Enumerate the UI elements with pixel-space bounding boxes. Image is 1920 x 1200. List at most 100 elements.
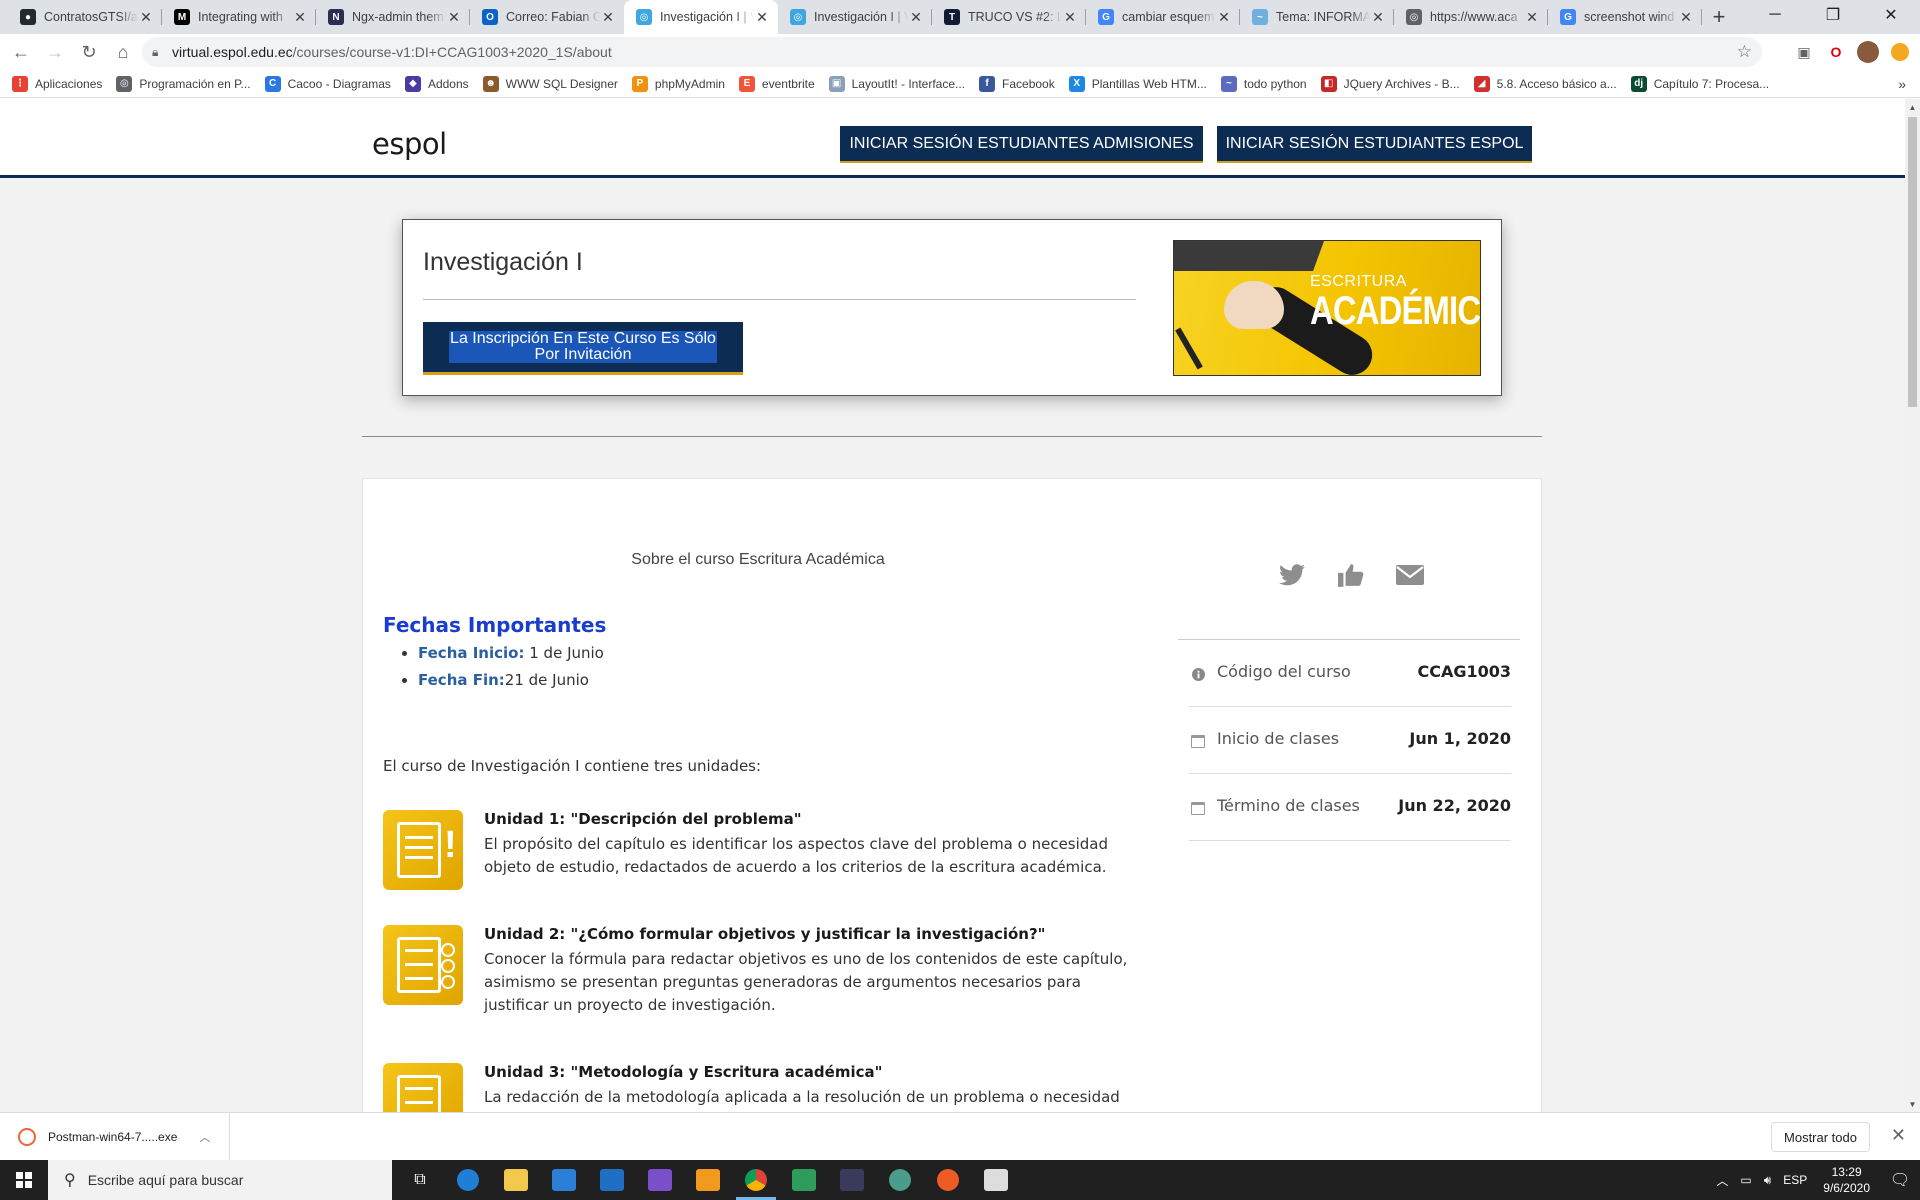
bookmark-star-icon[interactable]: ☆ bbox=[1737, 42, 1752, 62]
classes-start-value: Jun 1, 2020 bbox=[1409, 729, 1511, 748]
bookmark-item[interactable]: ◆ Addons bbox=[404, 75, 469, 92]
bookmark-item[interactable]: dj Capítulo 7: Procesa... bbox=[1630, 75, 1769, 92]
bookmarks-more-button[interactable]: » bbox=[1898, 76, 1906, 92]
browser-tab[interactable]: ~ Tema: INFORMA ✕ bbox=[1240, 0, 1394, 34]
spreadsheet-icon[interactable] bbox=[972, 1160, 1020, 1200]
browser-tab[interactable]: ◎ Investigación I | V ✕ bbox=[778, 0, 932, 34]
download-item[interactable]: Postman-win64-7.....exe ︿ bbox=[0, 1112, 230, 1161]
file-explorer-icon[interactable] bbox=[492, 1160, 540, 1200]
bookmark-label: Aplicaciones bbox=[35, 76, 103, 91]
tray-chevron-icon[interactable]: ︿ bbox=[1710, 1172, 1734, 1189]
close-tab-icon[interactable]: ✕ bbox=[1678, 9, 1694, 25]
bookmark-item[interactable]: ◢ 5.8. Acceso básico a... bbox=[1473, 75, 1617, 92]
login-admissions-button[interactable]: INICIAR SESIÓN ESTUDIANTES ADMISIONES bbox=[840, 126, 1203, 163]
media-player-icon[interactable] bbox=[780, 1160, 828, 1200]
close-tab-icon[interactable]: ✕ bbox=[1524, 9, 1540, 25]
browser-tab[interactable]: Gscreenshot wind ✕ bbox=[1548, 0, 1702, 34]
cast-icon[interactable]: ▣ bbox=[1792, 40, 1816, 64]
back-button[interactable]: ← bbox=[4, 35, 38, 69]
download-shelf: Postman-win64-7.....exe ︿ Mostrar todo ✕ bbox=[0, 1112, 1920, 1161]
store-icon[interactable] bbox=[540, 1160, 588, 1200]
language-indicator[interactable]: ESP bbox=[1777, 1173, 1813, 1187]
new-tab-button[interactable]: + bbox=[1702, 0, 1736, 34]
avatar[interactable] bbox=[1856, 40, 1880, 64]
reload-button[interactable]: ↻ bbox=[72, 35, 106, 69]
browser-tab[interactable]: Gcambiar esquem ✕ bbox=[1086, 0, 1240, 34]
course-image: ESCRITURA ACADÉMICA bbox=[1173, 240, 1481, 376]
close-shelf-icon[interactable]: ✕ bbox=[1891, 1125, 1906, 1146]
enroll-invitation-button[interactable]: La Inscripción En Este Curso Es Sólo Por… bbox=[423, 322, 743, 375]
close-tab-icon[interactable]: ✕ bbox=[292, 9, 308, 25]
edge-icon[interactable] bbox=[444, 1160, 492, 1200]
terminal-icon[interactable] bbox=[828, 1160, 876, 1200]
close-tab-icon[interactable]: ✕ bbox=[1370, 9, 1386, 25]
bookmark-icon: ◢ bbox=[1473, 75, 1490, 92]
bookmark-item[interactable]: X Plantillas Web HTM... bbox=[1068, 75, 1207, 92]
opera-extension-icon[interactable]: O bbox=[1824, 40, 1848, 64]
browser-tab[interactable]: ◎ https://www.aca ✕ bbox=[1394, 0, 1548, 34]
bookmark-item[interactable]: C Cacoo - Diagramas bbox=[264, 75, 391, 92]
maps-icon[interactable] bbox=[876, 1160, 924, 1200]
minimize-button[interactable]: ─ bbox=[1746, 0, 1804, 30]
chrome-icon[interactable] bbox=[732, 1160, 780, 1200]
bookmark-icon: X bbox=[1068, 75, 1085, 92]
bookmark-item[interactable]: ~ todo python bbox=[1220, 75, 1307, 92]
bookmark-label: Facebook bbox=[1002, 76, 1055, 91]
sublime-text-icon[interactable] bbox=[684, 1160, 732, 1200]
forward-button[interactable]: → bbox=[38, 35, 72, 69]
close-window-button[interactable]: ✕ bbox=[1862, 0, 1920, 30]
close-tab-icon[interactable]: ✕ bbox=[1062, 9, 1078, 25]
chevron-up-icon[interactable]: ︿ bbox=[199, 1129, 210, 1145]
browser-tab[interactable]: N Ngx-admin them ✕ bbox=[316, 0, 470, 34]
bookmark-label: eventbrite bbox=[761, 76, 815, 91]
extension-icon[interactable] bbox=[1888, 40, 1912, 64]
scroll-down-icon[interactable]: ▼ bbox=[1905, 1096, 1920, 1112]
task-view-icon[interactable]: ⧉ bbox=[396, 1160, 444, 1200]
start-button[interactable] bbox=[0, 1160, 48, 1200]
bookmark-icon: ☻ bbox=[482, 75, 499, 92]
close-tab-icon[interactable]: ✕ bbox=[754, 9, 770, 25]
mail-icon[interactable] bbox=[588, 1160, 636, 1200]
like-icon[interactable] bbox=[1335, 559, 1367, 591]
bookmark-item[interactable]: ☻ WWW SQL Designer bbox=[482, 75, 618, 92]
address-bar[interactable]: 🔒︎ virtual.espol.edu.ec/courses/course-v… bbox=[142, 37, 1762, 67]
close-tab-icon[interactable]: ✕ bbox=[1216, 9, 1232, 25]
restore-button[interactable]: ❐ bbox=[1804, 0, 1862, 30]
browser-tab[interactable]: M Integrating with ✕ bbox=[162, 0, 316, 34]
bookmark-item[interactable]: ◧ JQuery Archives - B... bbox=[1320, 75, 1460, 92]
share-links bbox=[1276, 559, 1426, 591]
home-button[interactable]: ⌂ bbox=[106, 35, 140, 69]
notifications-icon[interactable]: 🗨︎ bbox=[1880, 1170, 1920, 1190]
page-scrollbar[interactable]: ▲ ▼ bbox=[1905, 99, 1920, 1112]
tab-title: Investigación I | V bbox=[660, 10, 754, 24]
browser-tab[interactable]: T TRUCO VS #2: La ✕ bbox=[932, 0, 1086, 34]
close-tab-icon[interactable]: ✕ bbox=[138, 9, 154, 25]
scroll-up-icon[interactable]: ▲ bbox=[1905, 99, 1920, 115]
network-icon[interactable]: ▭ bbox=[1734, 1173, 1757, 1187]
browser-tab[interactable]: O Correo: Fabian G ✕ bbox=[470, 0, 624, 34]
browser-tab[interactable]: ● ContratosGTSI/ap ✕ bbox=[8, 0, 162, 34]
close-tab-icon[interactable]: ✕ bbox=[600, 9, 616, 25]
visual-studio-icon[interactable] bbox=[636, 1160, 684, 1200]
bookmark-item[interactable]: PphpMyAdmin bbox=[631, 75, 725, 92]
bookmark-item[interactable]: ◎ Programación en P... bbox=[116, 75, 251, 92]
bookmark-item[interactable]: f Facebook bbox=[979, 75, 1055, 92]
close-tab-icon[interactable]: ✕ bbox=[908, 9, 924, 25]
espol-logo[interactable]: espol bbox=[372, 127, 447, 161]
bookmark-item[interactable]: ⋮ Aplicaciones bbox=[12, 75, 103, 92]
scrollbar-thumb[interactable] bbox=[1908, 117, 1917, 407]
volume-icon[interactable]: 🔊︎ bbox=[1758, 1173, 1778, 1188]
bookmark-item[interactable]: ▣ LayoutIt! - Interface... bbox=[828, 75, 965, 92]
clock[interactable]: 13:29 9/6/2020 bbox=[1813, 1164, 1880, 1196]
course-intro: El curso de Investigación I contiene tre… bbox=[383, 757, 762, 775]
login-espol-button[interactable]: INICIAR SESIÓN ESTUDIANTES ESPOL bbox=[1217, 126, 1532, 163]
email-icon[interactable] bbox=[1394, 559, 1426, 591]
close-tab-icon[interactable]: ✕ bbox=[446, 9, 462, 25]
show-all-downloads-button[interactable]: Mostrar todo bbox=[1771, 1122, 1870, 1152]
postman-app-icon[interactable] bbox=[924, 1160, 972, 1200]
browser-tab[interactable]: ◎ Investigación I | V ✕ bbox=[624, 0, 778, 34]
taskbar-search[interactable]: ⚲ Escribe aquí para buscar bbox=[48, 1160, 392, 1200]
twitter-icon[interactable] bbox=[1276, 559, 1308, 591]
course-code-value: CCAG1003 bbox=[1417, 662, 1511, 681]
bookmark-item[interactable]: Eeventbrite bbox=[738, 75, 815, 92]
